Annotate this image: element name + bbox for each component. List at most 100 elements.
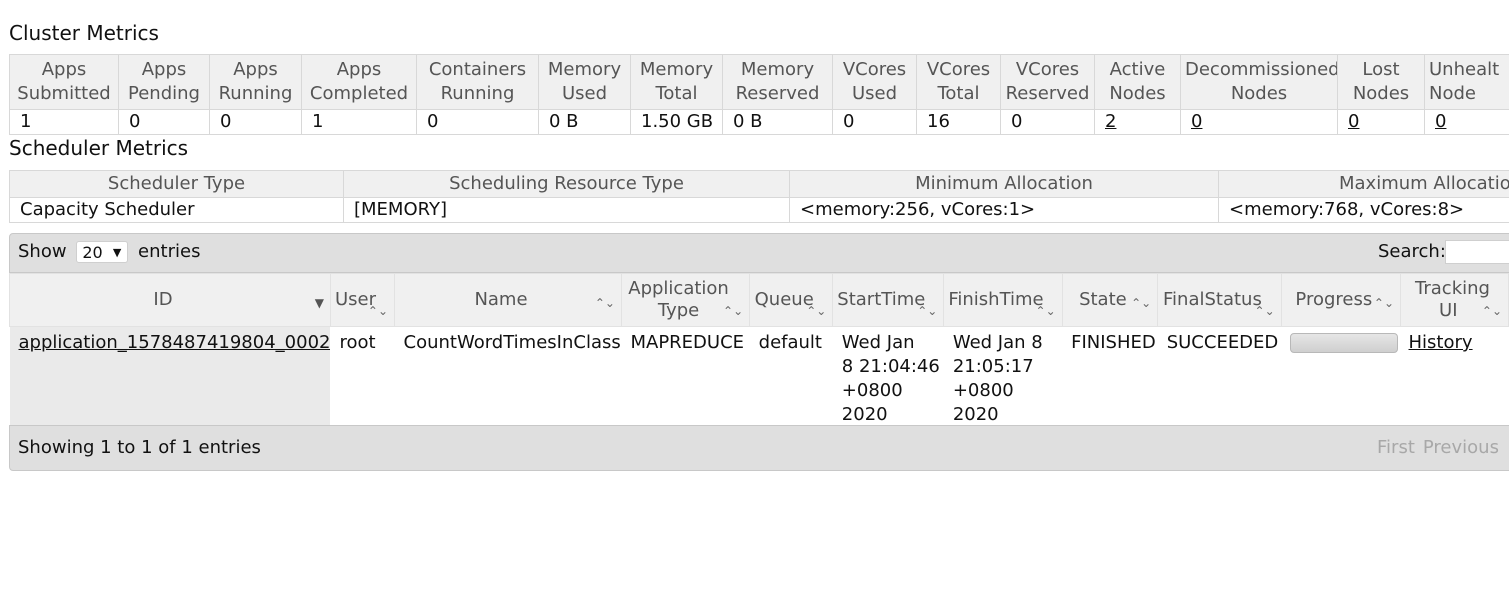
show-label: Show [18,241,67,262]
page-length-control: Show 20 ▼ entries [18,241,200,263]
sort-icon: ⌃⌄ [1373,296,1395,310]
sort-icon: ⌃⌄ [594,296,615,310]
apps-table-toolbar: Show 20 ▼ entries Search: [9,233,1509,273]
cluster-metrics-title: Cluster Metrics [9,21,159,45]
minimum-allocation-value: <memory:256, vCores:1> [789,197,1219,223]
apps-running-value: 0 [209,109,302,135]
col-vcores-total: VCores Total [916,54,1001,110]
page-length-value: 20 [82,243,103,262]
table-row: application_1578487419804_0002 root Coun… [9,326,1509,428]
col-lost-nodes: Lost Nodes [1337,54,1425,110]
entries-label: entries [138,241,201,262]
scheduler-type-value: Capacity Scheduler [9,197,344,223]
apps-pending-value: 0 [118,109,210,135]
app-progress-cell [1281,327,1400,428]
maximum-allocation-value: <memory:768, vCores:8> [1218,197,1509,223]
col-memory-used: Memory Used [538,54,631,110]
sort-icon: ⌃⌄ [367,304,389,318]
col-vcores-used: VCores Used [832,54,917,110]
lost-nodes-link[interactable]: 0 [1348,111,1359,132]
vcores-total-value: 16 [916,109,1001,135]
app-start-time: Wed Jan 8 21:04:46 +0800 2020 [841,332,940,425]
first-page-button[interactable]: First [1377,437,1415,458]
col-active-nodes: Active Nodes [1094,54,1181,110]
applications-table: ID ▼ User ⌃⌄ Name ⌃⌄ Application Type ⌃⌄ Queu… [9,273,1509,427]
table-info: Showing 1 to 1 of 1 entries [18,437,261,458]
app-finish-time: Wed Jan 8 21:05:17 +0800 2020 [952,332,1043,425]
col-state[interactable]: State ⌃⌄ [1061,273,1159,327]
col-start-time[interactable]: StartTime ⌃⌄ [832,273,945,327]
memory-reserved-value: 0 B [722,109,833,135]
apps-submitted-value: 1 [9,109,119,135]
memory-total-value: 1.50 GB [630,109,723,135]
memory-used-value: 0 B [538,109,631,135]
app-name: CountWordTimesInClass [403,332,621,353]
scheduler-metrics-title: Scheduler Metrics [9,136,189,160]
col-minimum-allocation: Minimum Allocation [789,170,1219,198]
col-id[interactable]: ID ▼ [9,273,331,327]
col-apps-running: Apps Running [209,54,302,110]
col-name[interactable]: Name ⌃⌄ [394,273,622,327]
chevron-down-icon: ▼ [112,246,122,259]
app-tracking-cell: History [1401,327,1509,428]
col-memory-total: Memory Total [630,54,723,110]
app-type: MAPREDUCE [630,332,745,353]
col-scheduling-resource-type: Scheduling Resource Type [343,170,790,198]
active-nodes-cell: 2 [1094,109,1181,135]
scheduler-metrics-value-row: Capacity Scheduler [MEMORY] <memory:256,… [9,197,1509,223]
apps-table-footer: Showing 1 to 1 of 1 entries First Previou… [9,425,1509,471]
sort-icon: ⌃⌄ [1131,296,1152,310]
search-label: Search: [1378,241,1446,262]
col-scheduler-type: Scheduler Type [9,170,344,198]
app-id-cell: application_1578487419804_0002 [9,326,331,427]
col-apps-pending: Apps Pending [118,54,210,110]
col-maximum-allocation: Maximum Allocatio [1218,170,1509,198]
app-user: root [339,332,376,353]
col-vcores-reserved: VCores Reserved [1000,54,1095,110]
page-length-select[interactable]: 20 ▼ [76,241,129,263]
progress-bar [1290,333,1399,353]
col-progress[interactable]: Progress ⌃⌄ [1280,273,1402,327]
app-id-link[interactable]: application_1578487419804_0002 [19,332,331,353]
col-queue[interactable]: Queue ⌃⌄ [749,273,834,327]
col-containers-running: Containers Running [416,54,539,110]
col-final-status[interactable]: FinalStatus ⌃⌄ [1157,273,1282,327]
decommissioned-nodes-link[interactable]: 0 [1191,111,1202,132]
previous-page-button[interactable]: Previous [1423,437,1499,458]
apps-completed-value: 1 [301,109,417,135]
sort-icon: ⌃⌄ [1481,304,1502,318]
col-decommissioned-nodes: Decommissioned Nodes [1180,54,1338,110]
col-unhealthy-nodes: Unhealt Node [1424,54,1509,110]
sort-icon: ⌃⌄ [806,304,827,318]
cluster-metrics-table: Apps Submitted Apps Pending Apps Running Ap… [9,54,1509,135]
unhealthy-nodes-link[interactable]: 0 [1435,111,1446,132]
active-nodes-link[interactable]: 2 [1105,111,1116,132]
vcores-used-value: 0 [832,109,917,135]
applications-header-row: ID ▼ User ⌃⌄ Name ⌃⌄ Application Type ⌃⌄ Queu… [9,273,1509,327]
sort-icon: ⌃⌄ [723,304,744,318]
pagination: First Previous [1369,437,1499,458]
app-state: FINISHED [1071,332,1156,353]
unhealthy-nodes-cell: 0 [1424,109,1509,135]
sort-icon: ⌃⌄ [917,304,938,318]
scheduling-resource-type-value: [MEMORY] [343,197,790,223]
tracking-history-link[interactable]: History [1409,332,1473,353]
lost-nodes-cell: 0 [1337,109,1425,135]
col-memory-reserved: Memory Reserved [722,54,833,110]
app-final-status: SUCCEEDED [1166,332,1279,353]
col-finish-time[interactable]: FinishTime ⌃⌄ [943,273,1063,327]
scheduler-metrics-header-row: Scheduler Type Scheduling Resource Type … [9,170,1509,198]
col-application-type[interactable]: Application Type ⌃⌄ [620,273,751,327]
col-apps-submitted: Apps Submitted [9,54,119,110]
sort-icon: ⌃⌄ [1254,304,1275,318]
vcores-reserved-value: 0 [1000,109,1095,135]
col-user[interactable]: User ⌃⌄ [329,273,396,327]
cluster-metrics-value-row: 1 0 0 1 0 0 B 1.50 GB 0 B 0 16 0 2 0 0 0 [9,109,1509,135]
cluster-metrics-header-row: Apps Submitted Apps Pending Apps Running Ap… [9,54,1509,110]
col-tracking-ui[interactable]: Tracking UI ⌃⌄ [1400,273,1509,327]
app-queue: default [758,332,822,353]
search-input[interactable] [1445,240,1509,264]
scheduler-metrics-table: Scheduler Type Scheduling Resource Type … [9,170,1509,223]
sort-desc-icon: ▼ [314,296,324,310]
decommissioned-nodes-cell: 0 [1180,109,1338,135]
